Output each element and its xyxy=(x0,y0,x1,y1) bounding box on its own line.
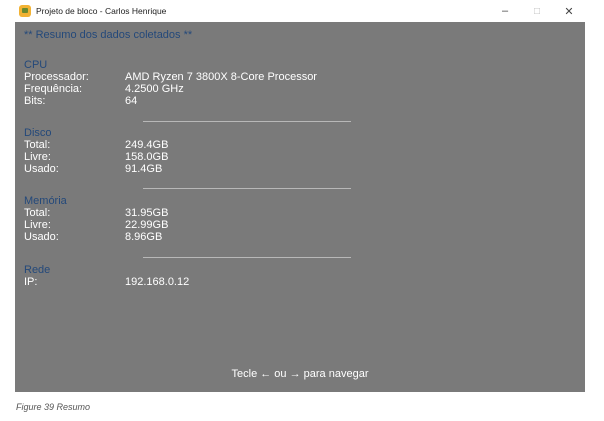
cpu-processor-value: AMD Ryzen 7 3800X 8-Core Processor xyxy=(125,71,317,83)
cpu-frequency-label: Frequência: xyxy=(24,83,83,95)
disk-section-title: Disco xyxy=(24,127,52,139)
disk-total-value: 249.4GB xyxy=(125,139,169,151)
network-section-title: Rede xyxy=(24,264,51,276)
separator xyxy=(143,188,351,189)
figure-caption: Figure 39 Resumo xyxy=(16,402,91,412)
disk-used-value: 91.4GB xyxy=(125,163,163,175)
minimize-button[interactable]: – xyxy=(489,0,521,22)
python-icon xyxy=(19,5,31,17)
cpu-frequency-value: 4.2500 GHz xyxy=(125,83,184,95)
separator xyxy=(143,121,351,122)
pygame-surface[interactable]: ** Resumo dos dados coletados ** CPU Pro… xyxy=(15,22,585,392)
disk-total-label: Total: xyxy=(24,139,51,151)
title-bar[interactable]: Projeto de bloco - Carlos Henrique – □ ✕ xyxy=(15,0,585,22)
separator xyxy=(143,257,351,258)
memory-section-title: Memória xyxy=(24,195,67,207)
cpu-processor-label: Processador: xyxy=(24,71,89,83)
navigation-hint: Tecle ← ou → para navegar xyxy=(231,368,369,380)
close-button[interactable]: ✕ xyxy=(553,0,585,22)
memory-total-label: Total: xyxy=(24,207,51,219)
network-ip-label: IP: xyxy=(24,276,38,288)
network-ip-value: 192.168.0.12 xyxy=(125,276,190,288)
memory-total-value: 31.95GB xyxy=(125,207,169,219)
memory-free-label: Livre: xyxy=(24,219,51,231)
cpu-bits-value: 64 xyxy=(125,95,138,107)
memory-used-value: 8.96GB xyxy=(125,231,163,243)
maximize-button[interactable]: □ xyxy=(521,0,553,22)
window-title: Projeto de bloco - Carlos Henrique xyxy=(36,6,167,16)
disk-used-label: Usado: xyxy=(24,163,59,175)
cpu-bits-label: Bits: xyxy=(24,95,46,107)
disk-free-label: Livre: xyxy=(24,151,51,163)
memory-free-value: 22.99GB xyxy=(125,219,169,231)
summary-header: ** Resumo dos dados coletados ** xyxy=(24,29,193,41)
memory-used-label: Usado: xyxy=(24,231,59,243)
disk-free-value: 158.0GB xyxy=(125,151,169,163)
app-window: Projeto de bloco - Carlos Henrique – □ ✕… xyxy=(15,0,585,392)
cpu-section-title: CPU xyxy=(24,59,48,71)
